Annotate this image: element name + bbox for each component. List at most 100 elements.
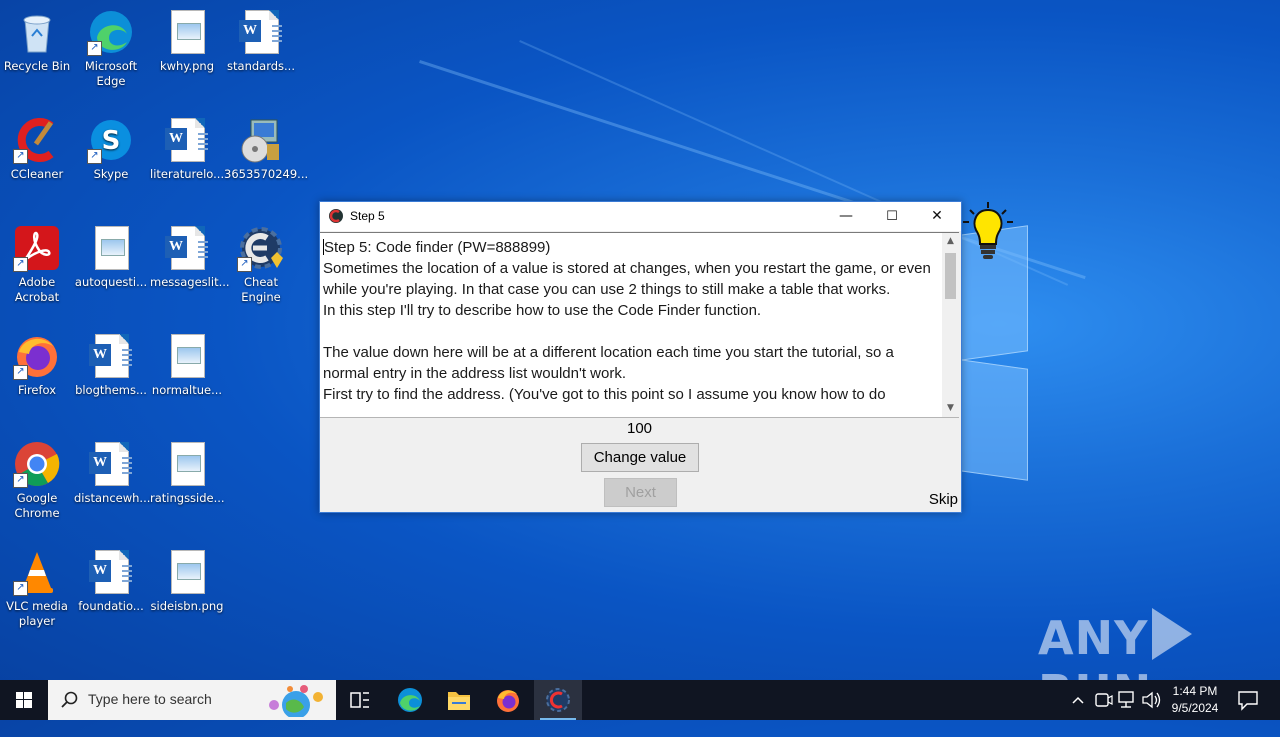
maximize-button[interactable]: ☐ xyxy=(869,202,915,231)
notification-icon xyxy=(1238,691,1258,711)
icon-label: distancewh... xyxy=(74,491,151,505)
taskbar-clock[interactable]: 1:44 PM 9/5/2024 xyxy=(1162,683,1228,717)
adobe-acrobat-icon: ↗ xyxy=(13,224,61,272)
desktop-icon-kwhy[interactable]: kwhy.png xyxy=(150,8,224,74)
icon-label: literaturelo... xyxy=(150,167,225,181)
watermark-left: ANY xyxy=(1038,611,1149,665)
network-button[interactable] xyxy=(1116,680,1138,720)
instructions-memo[interactable]: Step 5: Code finder (PW=888899) Sometime… xyxy=(320,232,959,418)
icon-label: sideisbn.png xyxy=(150,599,224,613)
word-document-icon: W xyxy=(87,548,135,596)
skip-link[interactable]: Skip xyxy=(929,491,958,508)
image-file-icon xyxy=(163,548,211,596)
next-button[interactable]: Next xyxy=(604,478,677,507)
edge-icon: ↗ xyxy=(87,8,135,56)
scroll-down-icon[interactable]: ▼ xyxy=(942,400,959,417)
icon-label: standards... xyxy=(227,59,295,73)
ccleaner-icon: ↗ xyxy=(13,116,61,164)
firefox-icon xyxy=(497,690,519,712)
desktop-icon-vlc[interactable]: ↗ VLC media player xyxy=(0,548,74,629)
shortcut-arrow-icon: ↗ xyxy=(237,257,252,272)
shortcut-arrow-icon: ↗ xyxy=(13,365,28,380)
desktop-icon-ccleaner[interactable]: ↗ CCleaner xyxy=(0,116,74,182)
clock-date: 9/5/2024 xyxy=(1171,701,1219,715)
instructions-text: Step 5: Code finder (PW=888899) Sometime… xyxy=(323,239,931,403)
desktop-icon-messageslit[interactable]: W messageslit... xyxy=(150,224,230,290)
desktop-icon-skype[interactable]: S ↗ Skype xyxy=(74,116,148,182)
chrome-icon: ↗ xyxy=(13,440,61,488)
recycle-bin-icon xyxy=(13,8,61,56)
svg-text:S: S xyxy=(102,126,121,156)
icon-label: Adobe Acrobat xyxy=(14,275,60,304)
edge-icon xyxy=(398,688,422,712)
icon-label: Microsoft Edge xyxy=(84,59,138,88)
taskbar-edge-button[interactable] xyxy=(386,680,434,720)
word-document-icon: W xyxy=(87,440,135,488)
icon-label: CCleaner xyxy=(10,167,64,181)
wallpaper-windows-logo xyxy=(960,225,1030,481)
desktop-icon-installer[interactable]: 3653570249... xyxy=(224,116,309,182)
camera-icon xyxy=(1095,693,1113,707)
word-document-icon: W xyxy=(237,8,285,56)
installer-icon xyxy=(237,116,285,164)
close-button[interactable]: ✕ xyxy=(914,202,960,231)
start-button[interactable] xyxy=(0,680,48,720)
play-icon xyxy=(1152,608,1193,660)
desktop-icon-blogthems[interactable]: W blogthems... xyxy=(74,332,148,398)
shortcut-arrow-icon: ↗ xyxy=(87,41,102,56)
firefox-icon: ↗ xyxy=(13,332,61,380)
icon-label: Cheat Engine xyxy=(241,275,281,304)
taskbar-cheat-engine-button[interactable] xyxy=(534,680,582,720)
desktop-icon-normaltue[interactable]: normaltue... xyxy=(150,332,224,398)
task-view-icon xyxy=(350,692,369,708)
vlc-icon: ↗ xyxy=(13,548,61,596)
desktop-icon-autoquesti[interactable]: autoquesti... xyxy=(74,224,148,290)
cheat-engine-icon xyxy=(546,688,570,712)
taskbar-search-box[interactable]: Type here to search xyxy=(48,680,336,720)
dialog-titlebar[interactable]: Step 5 — ☐ ✕ xyxy=(320,202,961,231)
desktop-icon-microsoft-edge[interactable]: ↗ Microsoft Edge xyxy=(74,8,148,89)
desktop-icon-recycle-bin[interactable]: Recycle Bin xyxy=(0,8,74,74)
taskbar-file-explorer-button[interactable] xyxy=(435,680,483,720)
shortcut-arrow-icon: ↗ xyxy=(13,581,28,596)
image-file-icon xyxy=(163,332,211,380)
lightbulb-icon[interactable] xyxy=(962,200,1014,264)
desktop-icon-firefox[interactable]: ↗ Firefox xyxy=(0,332,74,398)
desktop-icon-sideisbn[interactable]: sideisbn.png xyxy=(150,548,224,614)
icon-label: blogthems... xyxy=(75,383,147,397)
desktop-icon-literaturelo[interactable]: W literaturelo... xyxy=(150,116,224,182)
icon-label: Recycle Bin xyxy=(3,59,71,73)
icon-label: Firefox xyxy=(17,383,57,397)
shortcut-arrow-icon: ↗ xyxy=(87,149,102,164)
icon-label: 3653570249... xyxy=(224,167,309,181)
desktop-icon-ratingsside[interactable]: ratingsside... xyxy=(150,440,225,506)
minimize-button[interactable]: — xyxy=(823,202,869,231)
icon-label: autoquesti... xyxy=(74,275,148,289)
volume-button[interactable] xyxy=(1140,680,1162,720)
desktop-icon-google-chrome[interactable]: ↗ Google Chrome xyxy=(0,440,74,521)
speaker-icon xyxy=(1142,691,1161,709)
icon-label: kwhy.png xyxy=(159,59,215,73)
word-document-icon: W xyxy=(87,332,135,380)
dialog-title: Step 5 xyxy=(350,209,385,223)
vertical-scrollbar[interactable]: ▲ ▼ xyxy=(942,233,959,417)
show-hidden-icons-button[interactable] xyxy=(1068,680,1088,720)
desktop-icon-cheat-engine[interactable]: ↗ Cheat Engine xyxy=(224,224,298,305)
scroll-up-icon[interactable]: ▲ xyxy=(942,233,959,250)
image-file-icon xyxy=(163,8,211,56)
desktop-icon-standards[interactable]: W standards... xyxy=(224,8,298,74)
scrollbar-thumb[interactable] xyxy=(945,253,956,299)
task-view-button[interactable] xyxy=(336,680,384,720)
icon-label: messageslit... xyxy=(150,275,230,289)
meet-now-button[interactable] xyxy=(1092,680,1114,720)
icon-label: normaltue... xyxy=(151,383,223,397)
desktop-icon-foundatio[interactable]: W foundatio... xyxy=(74,548,148,614)
desktop-icon-adobe-acrobat[interactable]: ↗ Adobe Acrobat xyxy=(0,224,74,305)
desktop-icon-distancewh[interactable]: W distancewh... xyxy=(74,440,151,506)
change-value-button[interactable]: Change value xyxy=(581,443,699,472)
taskbar-firefox-button[interactable] xyxy=(484,680,532,720)
word-document-icon: W xyxy=(163,116,211,164)
clock-time: 1:44 PM xyxy=(1172,684,1218,698)
action-center-button[interactable] xyxy=(1232,680,1264,720)
search-highlight-icon xyxy=(260,683,330,719)
